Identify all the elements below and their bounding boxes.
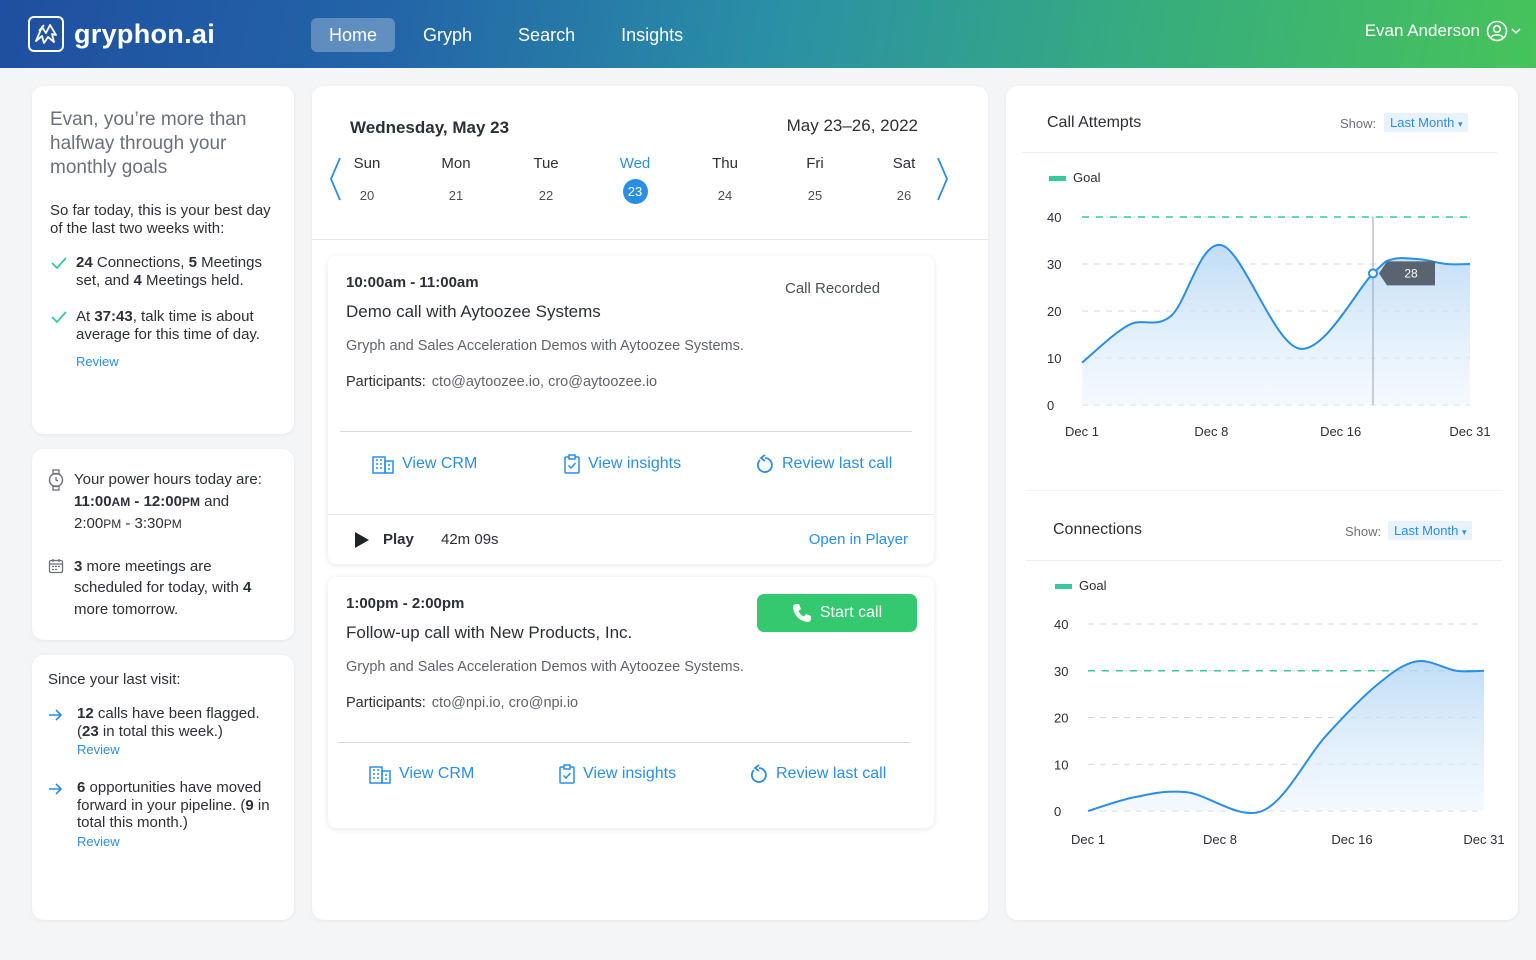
player-row: Play 42m 09s Open in Player (328, 514, 934, 564)
divider (312, 239, 988, 240)
event-time: 10:00am - 11:00am (346, 274, 479, 291)
top-navigation-bar: gryphon.ai Home Gryph Search Insights Ev… (0, 0, 1536, 68)
flagged-calls-item: 12 calls have been flagged. (23 in total… (48, 705, 278, 759)
view-crm-button[interactable]: View CRM (372, 454, 477, 474)
y-tick-label: 10 (1054, 757, 1068, 772)
connections-chart: Goal 0 10 20 30 40 Dec 1 Dec 8 Dec 16 Dec 31 (1054, 578, 1505, 847)
call-recorded-status: Call Recorded (785, 280, 881, 297)
day-thu[interactable]: Thu 24 (695, 155, 755, 208)
day-sun[interactable]: Sun 20 (337, 155, 397, 208)
main-nav: Home Gryph Search Insights (311, 18, 711, 52)
refresh-icon (757, 454, 773, 473)
day-tue[interactable]: Tue 22 (516, 155, 576, 208)
goal-talktime-text: At 37:43, talk time is about average for… (76, 308, 260, 343)
goals-review-link[interactable]: Review (76, 354, 119, 369)
meetings-scheduled-text: 3 more meetings are scheduled for today,… (74, 557, 252, 618)
building-icon (372, 456, 394, 474)
start-call-button[interactable]: Start call (757, 594, 917, 632)
opportunities-text: 6 opportunities have moved forward in yo… (77, 779, 270, 831)
play-label[interactable]: Play (383, 531, 414, 548)
power-hours-text: Your power hours today are: 11:00AM - 12… (74, 471, 262, 532)
x-tick-label: Dec 1 (1071, 832, 1105, 847)
legend-label: Goal (1079, 578, 1107, 593)
x-tick-label: Dec 16 (1331, 832, 1372, 847)
goals-summary-card: Evan, you’re more than halfway through y… (32, 86, 294, 434)
user-avatar-icon (1486, 20, 1508, 42)
event-description: Gryph and Sales Acceleration Demos with … (346, 659, 744, 675)
event-title: Follow-up call with New Products, Inc. (346, 623, 633, 642)
refresh-icon (751, 764, 767, 783)
goal-connections-text: 24 Connections, 5 Meetings set, and 4 Me… (76, 254, 262, 289)
schedule-card: Wednesday, May 23 May 23–26, 2022 Sun 20 … (312, 86, 988, 920)
nav-item-gryph[interactable]: Gryph (405, 18, 490, 52)
flagged-review-link[interactable]: Review (77, 742, 120, 757)
opportunities-item: 6 opportunities have moved forward in yo… (48, 779, 278, 851)
check-icon (51, 311, 67, 324)
clipboard-check-icon (559, 764, 575, 784)
chevron-down-icon (1511, 28, 1521, 35)
power-hours-item: Your power hours today are: 11:00AM - 12… (48, 469, 278, 536)
nav-item-insights[interactable]: Insights (603, 18, 701, 52)
calendar-icon (48, 558, 64, 573)
nav-item-home[interactable]: Home (311, 18, 396, 52)
user-menu[interactable]: Evan Anderson (1365, 20, 1522, 42)
selected-date: Wednesday, May 23 (350, 118, 510, 137)
event-participants: Participants: cto@npi.io, cro@npi.io (346, 695, 579, 711)
opportunities-review-link[interactable]: Review (77, 834, 120, 849)
meetings-scheduled-item: 3 more meetings are scheduled for today,… (48, 556, 278, 621)
phone-icon (792, 604, 811, 622)
chevron-right-icon[interactable] (936, 156, 950, 202)
y-tick-label: 0 (1054, 804, 1061, 819)
y-tick-label: 20 (1054, 711, 1068, 726)
charts-card: Call Attempts Show: Last Month ▾ Goal 0 10… (1006, 86, 1518, 920)
day-mon[interactable]: Mon 21 (426, 155, 486, 208)
legend-swatch (1055, 584, 1072, 589)
check-icon (51, 257, 67, 270)
view-insights-button[interactable]: View insights (564, 454, 681, 474)
brand-name: gryphon.ai (74, 18, 216, 49)
event-title: Demo call with Aytoozee Systems (346, 302, 601, 321)
week-day-strip: Sun 20 Mon 21 Tue 22 Wed 23 Thu 24 Fri 25 Sat 2… (322, 155, 915, 208)
review-last-call-button[interactable]: Review last call (750, 764, 886, 784)
building-icon (369, 766, 391, 784)
x-tick-label: Dec 8 (1203, 832, 1237, 847)
event-card: 10:00am - 11:00am Call Recorded Demo cal… (328, 256, 934, 564)
day-sat[interactable]: Sat 26 (874, 155, 934, 208)
date-range: May 23–26, 2022 (786, 116, 918, 135)
nav-item-search[interactable]: Search (500, 18, 593, 52)
flagged-calls-text: 12 calls have been flagged. (23 in total… (77, 705, 260, 740)
power-hours-card: Your power hours today are: 11:00AM - 12… (32, 449, 294, 640)
user-name: Evan Anderson (1364, 21, 1480, 40)
goals-headline: Evan, you’re more than halfway through y… (50, 109, 247, 178)
goal-talktime-item: At 37:43, talk time is about average for… (50, 308, 276, 344)
gryphon-logo-icon (28, 16, 64, 52)
goals-intro-text: So far today, this is your best day of t… (50, 202, 271, 237)
review-last-call-button[interactable]: Review last call (756, 454, 892, 474)
x-tick-label: Dec 31 (1463, 832, 1504, 847)
event-participants: Participants: cto@aytoozee.io, cro@aytooz… (346, 374, 658, 390)
divider (338, 742, 910, 743)
view-crm-button[interactable]: View CRM (369, 764, 474, 784)
y-tick-label: 30 (1054, 664, 1068, 679)
clipboard-check-icon (564, 454, 580, 474)
day-fri[interactable]: Fri 25 (785, 155, 845, 208)
event-description: Gryph and Sales Acceleration Demos with … (346, 338, 744, 354)
open-in-player-link[interactable]: Open in Player (809, 531, 908, 548)
brand-logo[interactable]: gryphon.ai (28, 16, 215, 52)
day-wed[interactable]: Wed 23 (605, 155, 665, 204)
divider (340, 431, 912, 432)
goal-connections-item: 24 Connections, 5 Meetings set, and 4 Me… (50, 254, 276, 290)
arrow-right-icon (49, 709, 63, 721)
arrow-right-icon (49, 783, 63, 795)
call-duration: 42m 09s (441, 531, 499, 548)
view-insights-button[interactable]: View insights (559, 764, 676, 784)
since-title: Since your last visit: (48, 671, 181, 688)
y-tick-label: 40 (1054, 617, 1068, 632)
event-card: 1:00pm - 2:00pm Start call Follow-up cal… (328, 577, 934, 828)
play-icon[interactable] (354, 531, 370, 549)
watch-icon (48, 469, 64, 491)
since-last-visit-card: Since your last visit: 12 calls have bee… (32, 655, 294, 920)
event-time: 1:00pm - 2:00pm (346, 595, 465, 612)
